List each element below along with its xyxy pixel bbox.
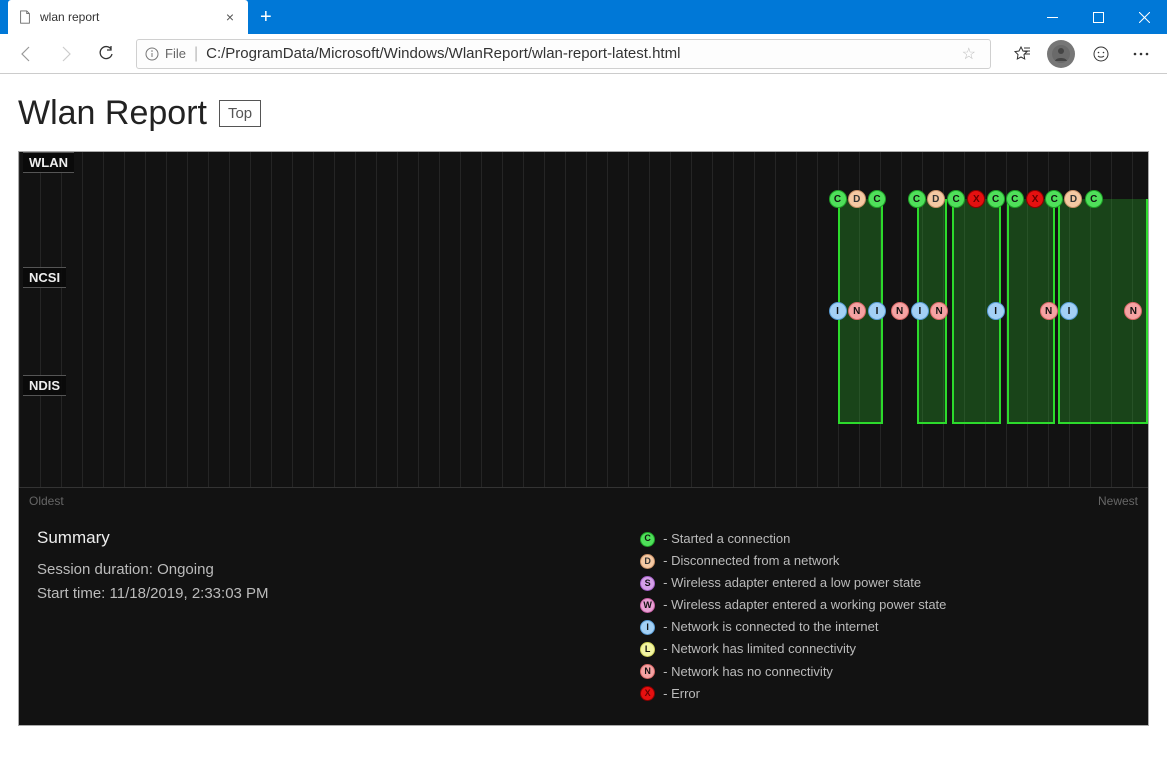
tab-close-icon[interactable]: × [222,9,238,25]
event-marker-i[interactable]: I [829,302,847,320]
event-marker-d[interactable]: D [927,190,945,208]
feedback-icon[interactable] [1083,36,1119,72]
legend-desc: - Wireless adapter entered a low power s… [663,572,921,594]
legend-marker-x: X [640,686,655,701]
time-axis: Oldest Newest [19,487,1148,514]
legend-desc: - Network has limited connectivity [663,638,856,660]
legend-marker-i: I [640,620,655,635]
event-marker-c[interactable]: C [1006,190,1024,208]
wlan-timeline-chart: WLAN NCSI NDIS CDCCDCXCCXCDCINININININ O… [18,151,1149,726]
legend-item-l: L - Network has limited connectivity [638,638,1130,660]
top-link[interactable]: Top [219,100,261,127]
event-marker-n[interactable]: N [848,302,866,320]
row-label-ncsi: NCSI [23,267,66,288]
legend-item-w: W - Wireless adapter entered a working p… [638,594,1130,616]
event-marker-c[interactable]: C [829,190,847,208]
event-marker-c[interactable]: C [987,190,1005,208]
event-marker-d[interactable]: D [848,190,866,208]
page-icon [18,10,32,24]
legend-desc: - Started a connection [663,528,790,550]
event-marker-n[interactable]: N [891,302,909,320]
page-title: Wlan Report [18,94,207,133]
legend-desc: - Error [663,683,700,705]
summary-heading: Summary [37,528,638,548]
time-oldest: Oldest [29,494,64,508]
event-marker-x[interactable]: X [1026,190,1044,208]
event-marker-c[interactable]: C [908,190,926,208]
legend-item-n: N - Network has no connectivity [638,661,1130,683]
event-marker-c[interactable]: C [1085,190,1103,208]
summary-duration: Session duration: Ongoing [37,558,638,582]
window-titlebar: wlan report × + [0,0,1167,34]
forward-button[interactable] [48,36,84,72]
refresh-button[interactable] [88,36,124,72]
chart-area[interactable]: WLAN NCSI NDIS CDCCDCXCCXCDCINININININ [19,152,1148,487]
tab-strip: wlan report × + [0,0,284,34]
legend-marker-d: D [640,554,655,569]
legend-item-s: S - Wireless adapter entered a low power… [638,572,1130,594]
event-marker-c[interactable]: C [947,190,965,208]
event-marker-n[interactable]: N [1040,302,1058,320]
summary-panel: Summary Session duration: Ongoing Start … [37,528,638,705]
url-path: C:/ProgramData/Microsoft/Windows/WlanRep… [206,45,956,62]
legend-desc: - Network is connected to the internet [663,616,878,638]
legend-desc: - Network has no connectivity [663,661,833,683]
event-marker-n[interactable]: N [930,302,948,320]
legend-marker-c: C [640,532,655,547]
chart-footer: Summary Session duration: Ongoing Start … [19,514,1148,725]
minimize-button[interactable] [1029,0,1075,34]
browser-tab[interactable]: wlan report × [8,0,248,34]
window-controls [1029,0,1167,34]
favorite-star-icon[interactable]: ☆ [956,44,982,64]
legend-marker-l: L [640,642,655,657]
event-marker-i[interactable]: I [911,302,929,320]
close-button[interactable] [1121,0,1167,34]
url-divider: | [194,45,198,63]
favorites-icon[interactable] [1003,36,1039,72]
event-marker-i[interactable]: I [868,302,886,320]
legend-marker-s: S [640,576,655,591]
maximize-button[interactable] [1075,0,1121,34]
page-content[interactable]: Wlan Report Top WLAN NCSI NDIS CDCCDCXCC… [0,74,1167,763]
new-tab-button[interactable]: + [248,6,284,29]
legend-item-i: I - Network is connected to the internet [638,616,1130,638]
legend-item-x: X - Error [638,683,1130,705]
browser-toolbar: File | C:/ProgramData/Microsoft/Windows/… [0,34,1167,74]
legend-desc: - Wireless adapter entered a working pow… [663,594,946,616]
back-button[interactable] [8,36,44,72]
row-label-wlan: WLAN [23,152,74,173]
legend-marker-n: N [640,664,655,679]
event-marker-c[interactable]: C [868,190,886,208]
url-protocol-label: File [165,46,186,61]
legend-desc: - Disconnected from a network [663,550,839,572]
event-marker-i[interactable]: I [987,302,1005,320]
tab-title: wlan report [40,10,222,24]
row-label-ndis: NDIS [23,375,66,396]
legend-panel: C - Started a connectionD - Disconnected… [638,528,1130,705]
time-newest: Newest [1098,494,1138,508]
page-header: Wlan Report Top [18,94,1149,133]
menu-icon[interactable] [1123,36,1159,72]
summary-start-time: Start time: 11/18/2019, 2:33:03 PM [37,582,638,606]
legend-item-d: D - Disconnected from a network [638,550,1130,572]
legend-marker-w: W [640,598,655,613]
address-bar[interactable]: File | C:/ProgramData/Microsoft/Windows/… [136,39,991,69]
legend-item-c: C - Started a connection [638,528,1130,550]
profile-avatar[interactable] [1047,40,1075,68]
url-info-icon[interactable]: File [145,46,186,61]
event-marker-i[interactable]: I [1060,302,1078,320]
